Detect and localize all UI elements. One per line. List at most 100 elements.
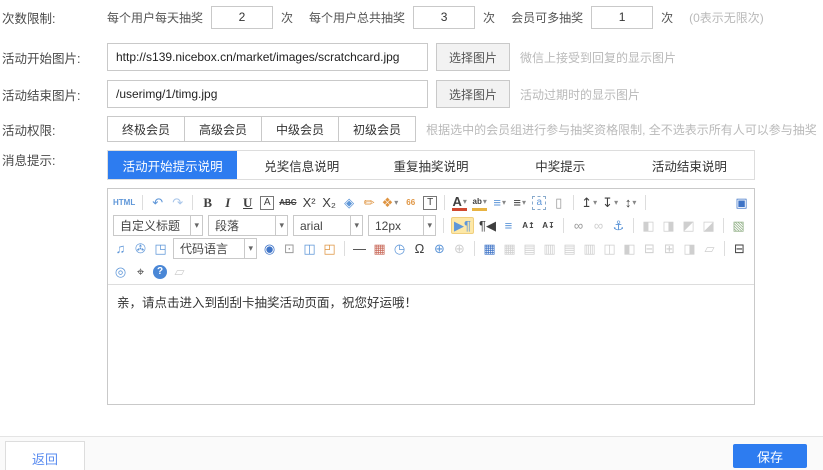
start-image-url-input[interactable] <box>107 43 428 71</box>
custom-title-select[interactable]: 自定义标题▾ <box>113 215 203 236</box>
member-extra-draw-input[interactable] <box>591 6 653 29</box>
merge-cells-icon: ◫ <box>602 240 617 257</box>
toolbar-separator <box>192 195 193 210</box>
link-icon[interactable]: ∞ <box>571 217 586 234</box>
tab-redeem-info[interactable]: 兑奖信息说明 <box>237 151 366 179</box>
toolbar-separator <box>633 218 634 233</box>
start-image-pick-button[interactable]: 选择图片 <box>436 43 510 71</box>
tab-repeat-draw[interactable]: 重复抽奖说明 <box>366 151 495 179</box>
new-doc-icon: ▱ <box>702 240 717 257</box>
message-tips-column: 活动开始提示说明 兑奖信息说明 重复抽奖说明 中奖提示 活动结束说明 HTML ↶… <box>107 150 755 405</box>
page-break-icon[interactable]: ⊡ <box>282 240 297 257</box>
font-size-select[interactable]: 12px▾ <box>368 215 436 236</box>
start-image-row: 活动开始图片: 选择图片 微信上接受到回复的显示图片 <box>2 43 823 71</box>
font-border-icon[interactable]: A <box>260 196 274 210</box>
attachment-icon[interactable]: ✇ <box>133 240 148 257</box>
line-height-icon[interactable]: ↕▾ <box>623 194 638 211</box>
to-lowercase-icon[interactable]: A↧ <box>541 217 556 234</box>
indent-icon[interactable]: ↥▾ <box>581 194 597 211</box>
ordered-list-icon[interactable]: ≡▾ <box>492 194 507 211</box>
chevron-down-icon: ▾ <box>394 194 398 211</box>
superscript-icon[interactable]: X² <box>302 194 317 211</box>
snapshot-icon[interactable]: ◰ <box>322 240 337 257</box>
remove-format-icon[interactable]: ◈ <box>342 194 357 211</box>
new-page-icon[interactable]: ▯ <box>551 194 566 211</box>
delete-row-icon: ▤ <box>562 240 577 257</box>
insert-image-icon[interactable]: ▧ <box>731 217 746 234</box>
toolbar-separator <box>563 218 564 233</box>
toolbar-separator <box>344 241 345 256</box>
paragraph-align-icon[interactable]: ↧▾ <box>602 194 618 211</box>
map-icon[interactable]: ⊕ <box>432 240 447 257</box>
paragraph-select[interactable]: 段落▾ <box>208 215 288 236</box>
chevron-down-icon: ▾ <box>483 193 487 210</box>
auto-typeset-icon[interactable]: ❖▾ <box>382 194 399 211</box>
tab-win-tip[interactable]: 中奖提示 <box>496 151 625 179</box>
print-icon[interactable]: ⊟ <box>732 240 747 257</box>
editor-toolbar-row-1: HTML ↶ ↷ BIUA ABC X² X₂ ◈ ✏ ❖▾66 T A▾ ab▾ ≡▾ ≡▾ a ▯ ↥▾ ↧▾ ↕… <box>113 191 749 214</box>
undo-icon[interactable]: ↶ <box>150 194 165 211</box>
toolbar-separator <box>573 195 574 210</box>
member-group-middle-button[interactable]: 中级会员 <box>261 116 339 142</box>
message-tabs: 活动开始提示说明 兑奖信息说明 重复抽奖说明 中奖提示 活动结束说明 <box>107 150 755 180</box>
editor-content-area[interactable]: 亲，请点击进入到刮刮卡抽奖活动页面，祝您好运哦！ <box>108 285 754 404</box>
source-code-icon[interactable]: HTML <box>113 194 135 211</box>
paste-as-text-icon[interactable]: T <box>423 196 437 210</box>
format-brush-icon[interactable]: ✏ <box>362 194 377 211</box>
permissions-label: 活动权限: <box>2 120 107 139</box>
columns-icon[interactable]: ◫ <box>302 240 317 257</box>
custom-title-select-label: 自定义标题 <box>120 217 180 234</box>
bold-icon[interactable]: B <box>200 194 215 211</box>
highlight-color-icon[interactable]: ab▾ <box>472 194 487 211</box>
horizontal-rule-icon[interactable]: — <box>352 240 367 257</box>
chevron-down-icon: ▾ <box>522 194 526 211</box>
font-color-icon[interactable]: A▾ <box>452 194 467 211</box>
subscript-icon[interactable]: X₂ <box>322 194 337 211</box>
indent-paragraph-icon[interactable]: ≡ <box>501 217 516 234</box>
time-icon[interactable]: ◷ <box>392 240 407 257</box>
tab-activity-end[interactable]: 活动结束说明 <box>625 151 754 179</box>
editor-toolbar-row-4: ◎⌖?▱ <box>113 260 749 283</box>
member-group-junior-button[interactable]: 初级会员 <box>338 116 416 142</box>
merge-down-icon: ⊟ <box>642 240 657 257</box>
fullscreen-icon[interactable]: ▣ <box>734 194 749 211</box>
redo-icon[interactable]: ↷ <box>170 194 185 211</box>
daily-draw-input[interactable] <box>211 6 273 29</box>
help-icon[interactable]: ? <box>153 265 167 279</box>
anchor-link-icon[interactable]: ⚓ <box>611 217 626 234</box>
preview-icon[interactable]: ◎ <box>113 263 128 280</box>
unordered-list-icon[interactable]: ≡▾ <box>512 194 527 211</box>
ltr-icon[interactable]: ▶¶ <box>451 217 474 234</box>
total-draw-input[interactable] <box>413 6 475 29</box>
table-icon[interactable]: ▦ <box>482 240 497 257</box>
chevron-down-icon: ▾ <box>463 193 467 210</box>
blockquote-icon[interactable]: 66 <box>403 194 418 211</box>
music-icon[interactable]: ♫ <box>113 240 128 257</box>
total-draw-label: 每个用户总共抽奖 <box>309 9 405 26</box>
anchor-icon[interactable]: a <box>532 196 546 210</box>
footer-bar: 返回 保存 <box>0 436 823 470</box>
to-uppercase-icon[interactable]: A↥ <box>521 217 536 234</box>
rtl-icon[interactable]: ¶◀ <box>479 217 496 234</box>
member-group-ultimate-button[interactable]: 终极会员 <box>107 116 185 142</box>
end-image-pick-button[interactable]: 选择图片 <box>436 80 510 108</box>
back-button[interactable]: 返回 <box>5 441 85 470</box>
message-tips-label: 消息提示: <box>2 150 107 169</box>
chevron-down-icon: ▾ <box>614 194 618 211</box>
insert-code-icon[interactable]: ◉ <box>262 240 277 257</box>
font-family-select[interactable]: arial▾ <box>293 215 363 236</box>
strikethrough-icon[interactable]: ABC <box>279 194 296 211</box>
date-icon[interactable]: ▦ <box>372 240 387 257</box>
tab-activity-start-tip[interactable]: 活动开始提示说明 <box>108 151 237 179</box>
toolbar-separator <box>723 218 724 233</box>
save-button[interactable]: 保存 <box>733 444 807 468</box>
code-language-select[interactable]: 代码语言▾ <box>173 238 257 259</box>
underline-icon[interactable]: U <box>240 194 255 211</box>
italic-icon[interactable]: I <box>220 194 235 211</box>
insert-frame-icon[interactable]: ◳ <box>153 240 168 257</box>
find-replace-icon[interactable]: ⌖ <box>133 263 148 280</box>
member-group-senior-button[interactable]: 高级会员 <box>184 116 262 142</box>
end-image-url-input[interactable] <box>107 80 428 108</box>
font-size-select-label: 12px <box>375 219 401 233</box>
special-char-icon[interactable]: Ω <box>412 240 427 257</box>
